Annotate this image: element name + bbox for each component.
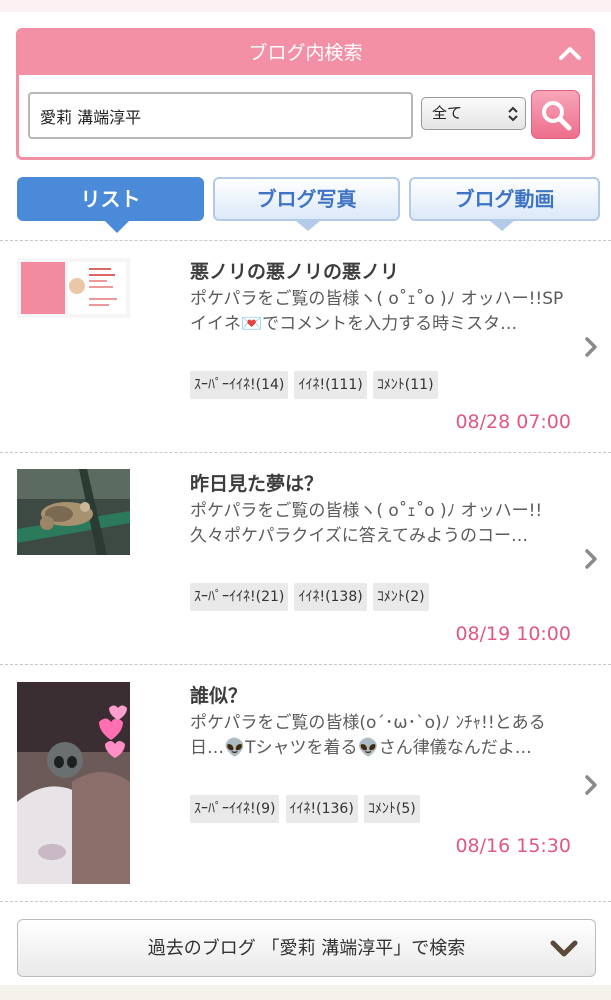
top-strip [0,0,611,12]
tab-blog-videos[interactable]: ブログ動画 [409,177,600,221]
chevron-right-icon[interactable] [583,548,599,570]
scope-select[interactable]: 全て [421,97,526,130]
like-badge: ｲｲﾈ!(138) [294,583,367,611]
entry-date: 08/16 15:30 [455,835,571,857]
updown-icon [508,106,518,122]
blog-entry[interactable]: 誰似？ ポケパラをご覧の皆様(o´･ω･`o)ﾉ ﾝﾁｬ!!とある日…👽Tシャツ… [0,664,611,900]
comment-badge: ｺﾒﾝﾄ(2) [372,583,429,611]
blog-search-panel: ブログ内検索 全て [16,28,595,160]
entry-tags: ｽｰﾊﾟｰｲｲﾈ!(9) ｲｲﾈ!(136) ｺﾒﾝﾄ(5) [190,795,421,825]
tab-list[interactable]: リスト [17,177,204,221]
entry-tags: ｽｰﾊﾟｰｲｲﾈ!(14) ｲｲﾈ!(111) ｺﾒﾝﾄ(11) [190,371,439,401]
magnifier-icon [542,101,572,131]
tab-video-pointer [490,221,514,231]
entry-title[interactable]: 悪ノリの悪ノリの悪ノリ [190,257,399,284]
comment-badge: ｺﾒﾝﾄ(5) [363,795,420,823]
entry-excerpt: ポケパラをご覧の皆様ヽ( o˚ｪ˚o )ﾉ オッハー!!SPイイネ💌でコメントを… [190,289,564,334]
entry-excerpt: ポケパラをご覧の皆様ヽ( o˚ｪ˚o )ﾉ オッハー!!久々ポケパラクイズに答え… [190,501,543,546]
tab-blog-photos[interactable]: ブログ写真 [213,177,400,221]
chevron-down-icon [550,940,578,957]
entry-excerpt: ポケパラをご覧の皆様(o´･ω･`o)ﾉ ﾝﾁｬ!!とある日…👽Tシャツを着る👽… [190,713,546,758]
tab-photo-pointer [296,221,320,231]
entry-date: 08/28 07:00 [455,411,571,433]
comment-badge: ｺﾒﾝﾄ(11) [372,371,438,399]
super-like-badge: ｽｰﾊﾟｰｲｲﾈ!(9) [190,795,280,823]
entry-thumbnail [17,258,130,318]
search-panel-title: ブログ内検索 [248,42,363,64]
chevron-up-icon[interactable] [558,41,582,65]
entry-thumbnail [17,469,130,555]
super-like-badge: ｽｰﾊﾟｰｲｲﾈ!(21) [190,583,289,611]
like-badge: ｲｲﾈ!(111) [294,371,367,399]
like-badge: ｲｲﾈ!(136) [285,795,358,823]
search-panel-header[interactable]: ブログ内検索 [19,31,592,75]
bottom-strip [0,985,611,1000]
blog-entry[interactable]: 悪ノリの悪ノリの悪ノリ ポケパラをご覧の皆様ヽ( o˚ｪ˚o )ﾉ オッハー!!… [0,240,611,452]
tab-list-pointer [105,221,129,233]
search-input[interactable] [28,92,413,139]
blog-entry[interactable]: 昨日見た夢は？ ポケパラをご覧の皆様ヽ( o˚ｪ˚o )ﾉ オッハー!!久々ポケ… [0,452,611,664]
past-blog-search-button[interactable]: 過去のブログ 「愛莉 溝端淳平」で検索 [17,919,596,977]
entry-date: 08/19 10:00 [455,623,571,645]
chevron-right-icon[interactable] [583,774,599,796]
scope-select-value: 全て [432,104,463,122]
chevron-right-icon[interactable] [583,336,599,358]
entry-tags: ｽｰﾊﾟｰｲｲﾈ!(21) ｲｲﾈ!(138) ｺﾒﾝﾄ(2) [190,583,430,613]
past-blog-search-label: 過去のブログ 「愛莉 溝端淳平」で検索 [147,938,466,959]
entry-title[interactable]: 昨日見た夢は？ [190,469,323,496]
divider [0,901,611,902]
entry-title[interactable]: 誰似？ [190,681,247,708]
entry-thumbnail [17,682,130,884]
super-like-badge: ｽｰﾊﾟｰｲｲﾈ!(14) [190,371,289,399]
search-button[interactable] [531,90,580,139]
